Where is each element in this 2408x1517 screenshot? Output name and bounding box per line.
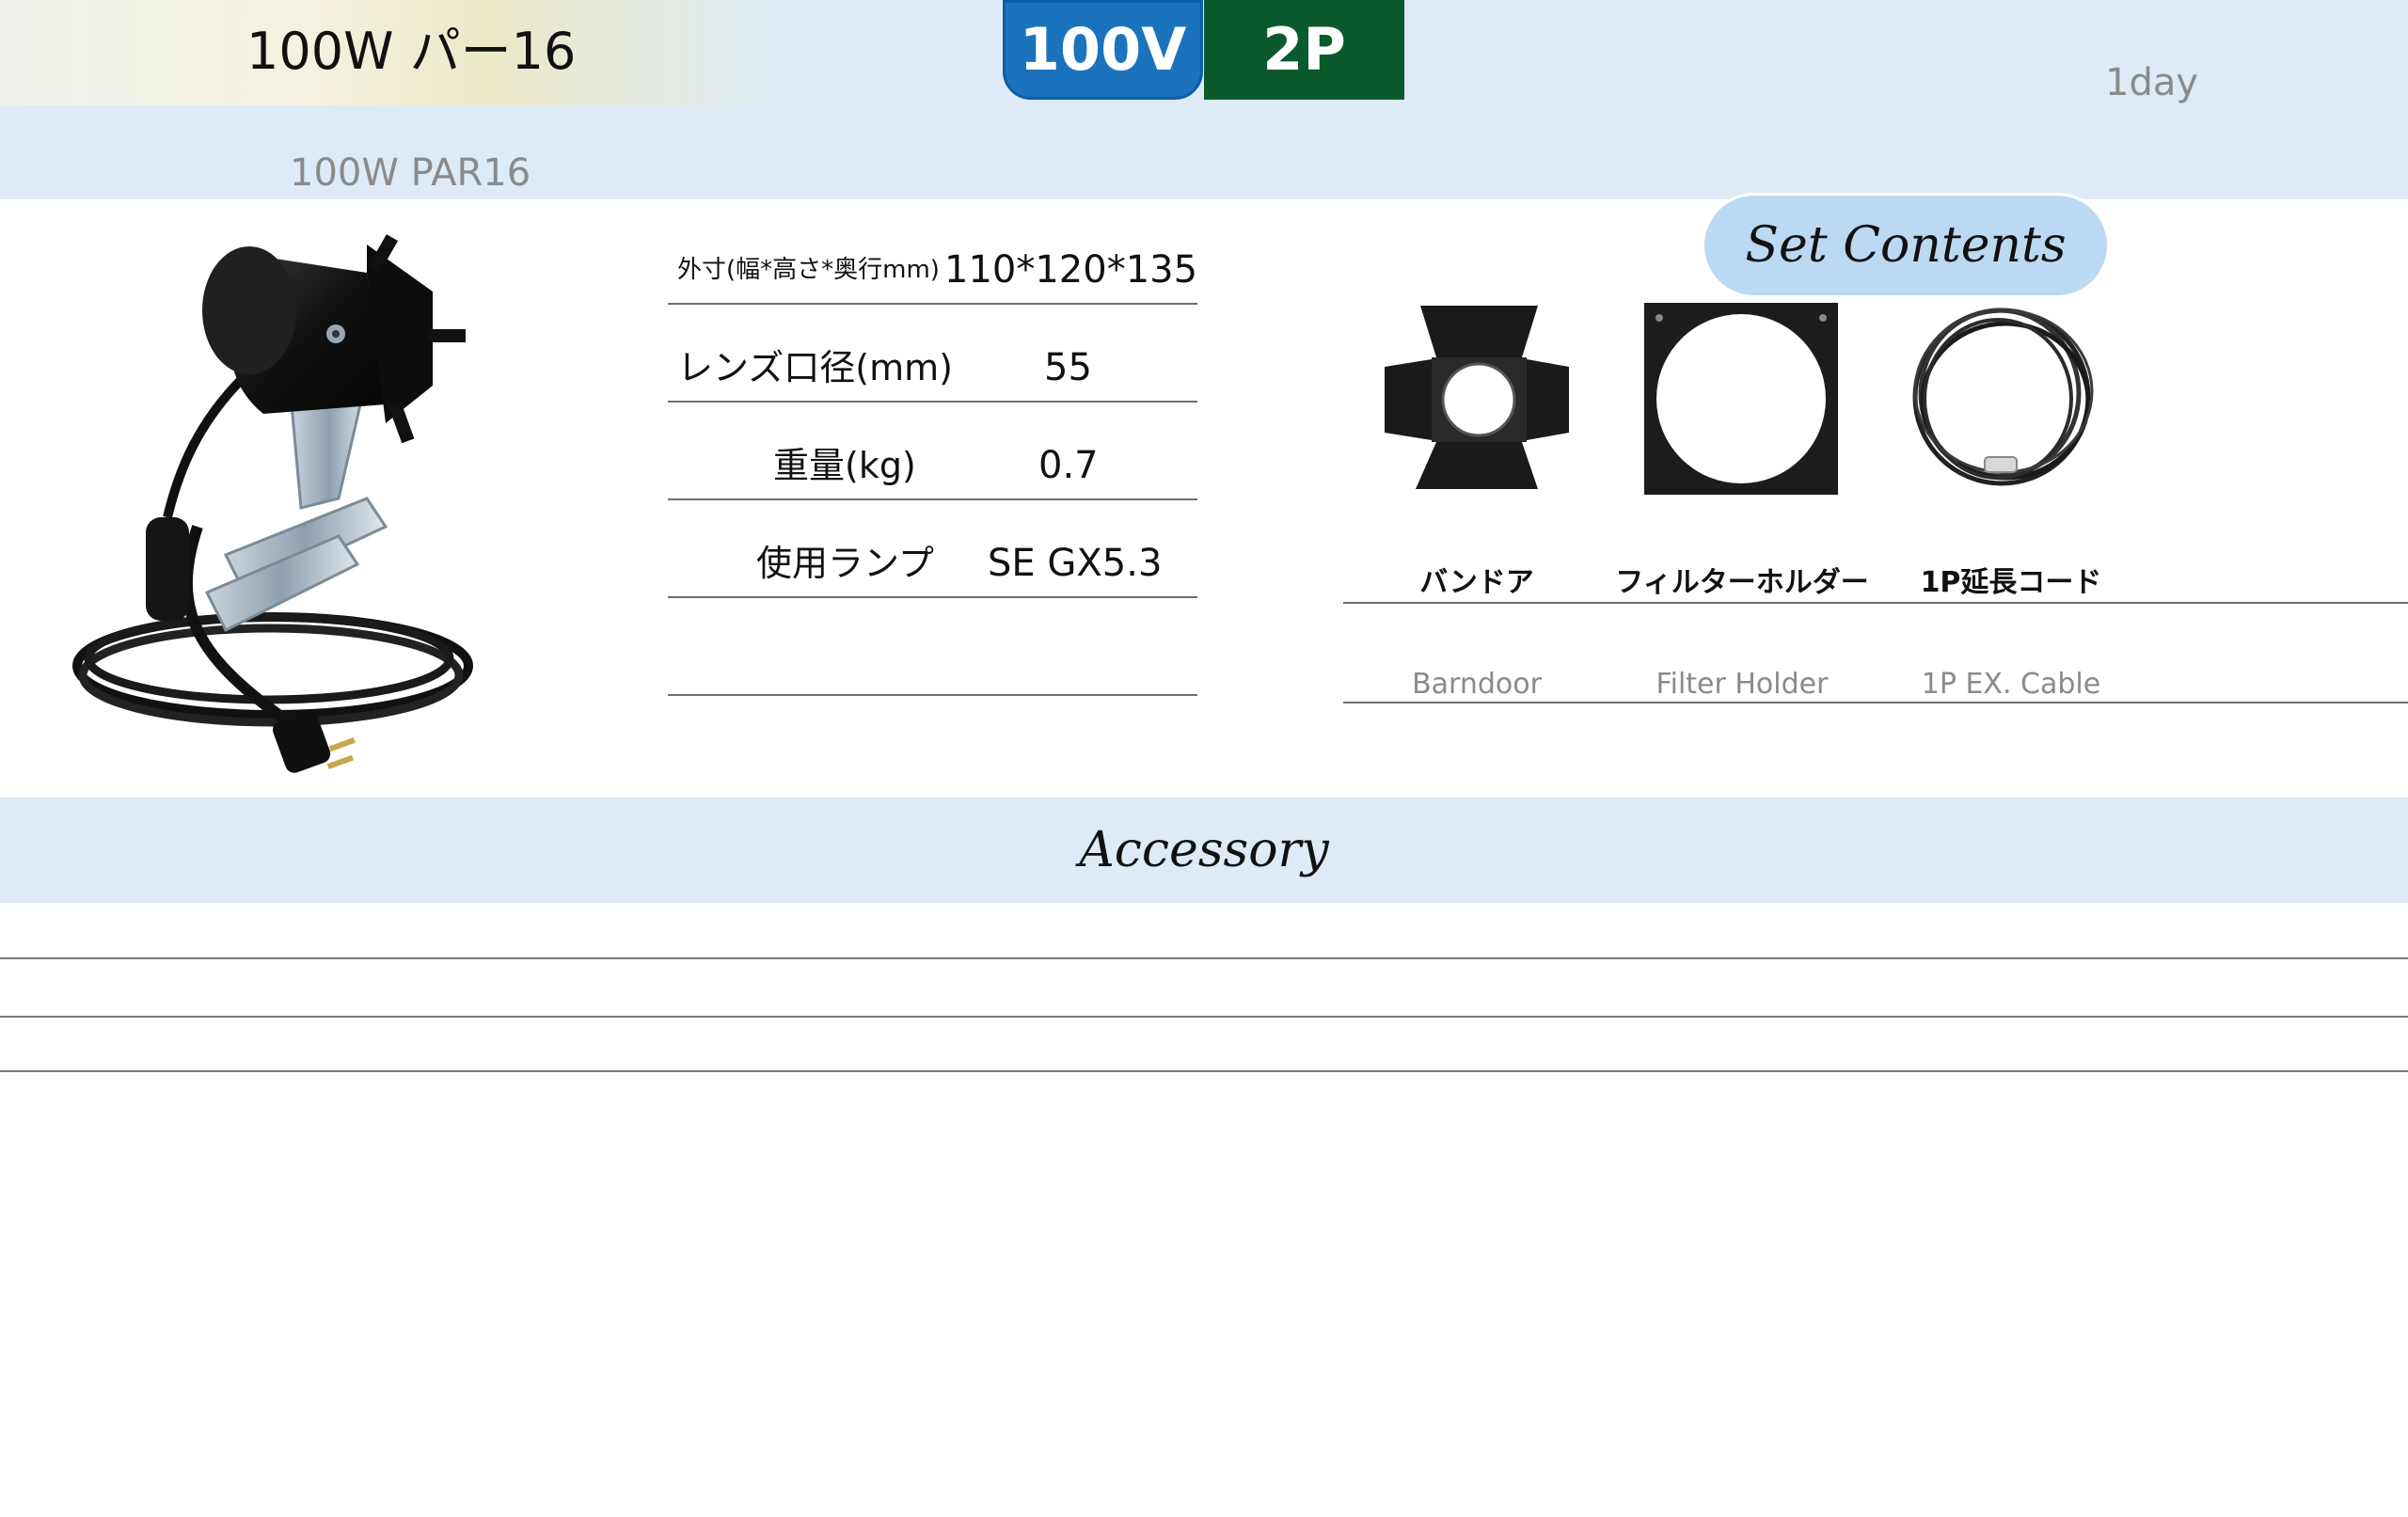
spec-row-weight: 重量(kg) 0.7 (668, 401, 1197, 500)
spec-label-lamp: 使用ランプ (756, 543, 934, 584)
set-item-en-cable: 1P EX. Cable (1921, 668, 2101, 701)
voltage-badge: 100V (1003, 0, 1203, 100)
spec-value-dimensions: 110*120*135 (944, 248, 1198, 292)
spec-row-dimensions: 外寸(幅*高さ*奥行mm) 110*120*135 (668, 205, 1197, 305)
barndoor-icon (1385, 306, 1569, 489)
set-item-en-barndoor: Barndoor (1412, 668, 1542, 701)
accessory-row-line-3 (0, 1070, 2408, 1072)
product-title-jp: 100W パー16 (246, 22, 577, 81)
set-item-name-filter-holder: フィルターホルダー (1615, 566, 1869, 599)
accessory-row-line-1 (0, 957, 2408, 959)
spec-label-weight: 重量(kg) (773, 445, 916, 486)
accessory-row-line-2 (0, 1016, 2408, 1018)
spec-value-lamp: SE GX5.3 (988, 542, 1163, 585)
spec-row-lens: レンズ口径(mm) 55 (668, 303, 1197, 403)
spec-row-lamp: 使用ランプ SE GX5.3 (668, 498, 1197, 598)
product-image (72, 234, 473, 773)
set-item-name-barndoor: バンドア (1419, 566, 1534, 599)
set-contents-title: Set Contents (1704, 196, 2107, 295)
set-item-name-cable: 1P延長コード (1920, 566, 2102, 599)
accessory-title: Accessory (1079, 822, 1329, 878)
rental-term: 1day (2105, 61, 2199, 104)
set-divider-2 (1343, 702, 2408, 703)
spec-label-lens: レンズ口径(mm) (677, 347, 953, 388)
set-divider-1 (1343, 602, 2408, 604)
product-title-en: 100W PAR16 (290, 151, 531, 195)
spec-value-lens: 55 (1044, 346, 1092, 389)
cable-icon (1912, 308, 2094, 486)
filter-holder-icon (1644, 303, 1838, 495)
plug-badge: 2P (1204, 0, 1404, 100)
spec-row-empty (668, 596, 1197, 696)
spec-label-dimensions: 外寸(幅*高さ*奥行mm) (677, 256, 940, 284)
set-item-en-filter-holder: Filter Holder (1656, 668, 1829, 701)
spec-value-weight: 0.7 (1038, 444, 1099, 487)
